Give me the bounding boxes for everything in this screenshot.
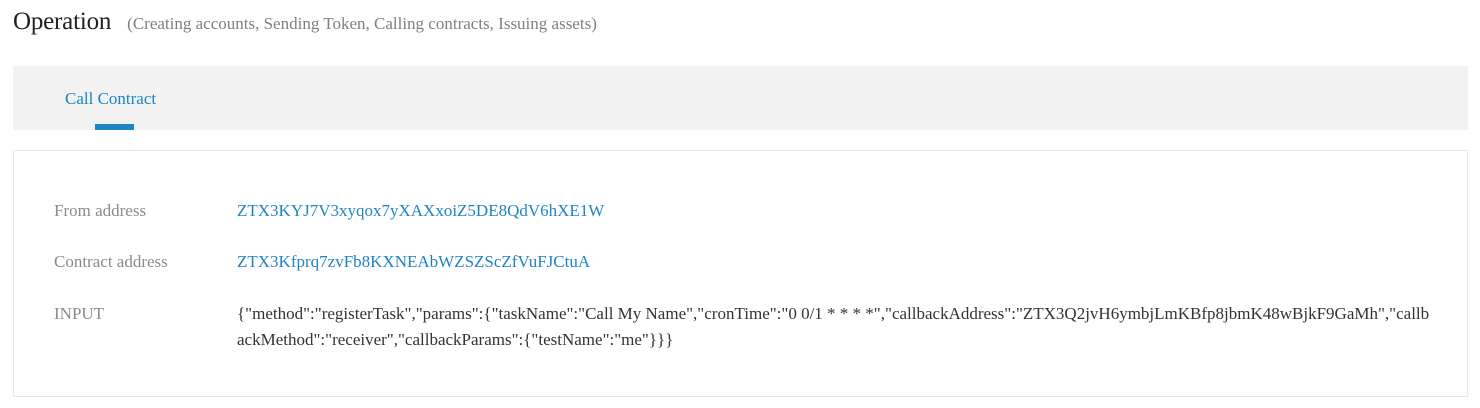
page-header: Operation (Creating accounts, Sending To… (13, 8, 597, 36)
operation-details-panel: From address ZTX3KYJ7V3xyqox7yXAXxoiZ5DE… (13, 150, 1468, 397)
page-subtitle: (Creating accounts, Sending Token, Calli… (127, 14, 597, 33)
contract-address-row: Contract address ZTX3Kfprq7zvFb8KXNEAbWZ… (54, 249, 590, 275)
input-value: {"method":"registerTask","params":{"task… (237, 304, 1430, 349)
from-address-link[interactable]: ZTX3KYJ7V3xyqox7yXAXxoiZ5DE8QdV6hXE1W (237, 198, 604, 224)
from-address-label: From address (54, 201, 147, 220)
input-row: INPUT {"method":"registerTask","params":… (54, 301, 1432, 353)
contract-address-label: Contract address (54, 252, 168, 271)
tab-call-contract[interactable]: Call Contract (65, 66, 156, 130)
tab-label: Call Contract (65, 89, 157, 108)
page-title: Operation (13, 8, 112, 35)
from-address-row: From address ZTX3KYJ7V3xyqox7yXAXxoiZ5DE… (54, 198, 604, 224)
active-tab-indicator (95, 124, 134, 130)
operation-page: Operation (Creating accounts, Sending To… (0, 0, 1480, 408)
contract-address-link[interactable]: ZTX3Kfprq7zvFb8KXNEAbWZSZScZfVuFJCtuA (237, 249, 590, 275)
input-label: INPUT (54, 304, 105, 323)
tab-bar: Call Contract (13, 66, 1468, 130)
